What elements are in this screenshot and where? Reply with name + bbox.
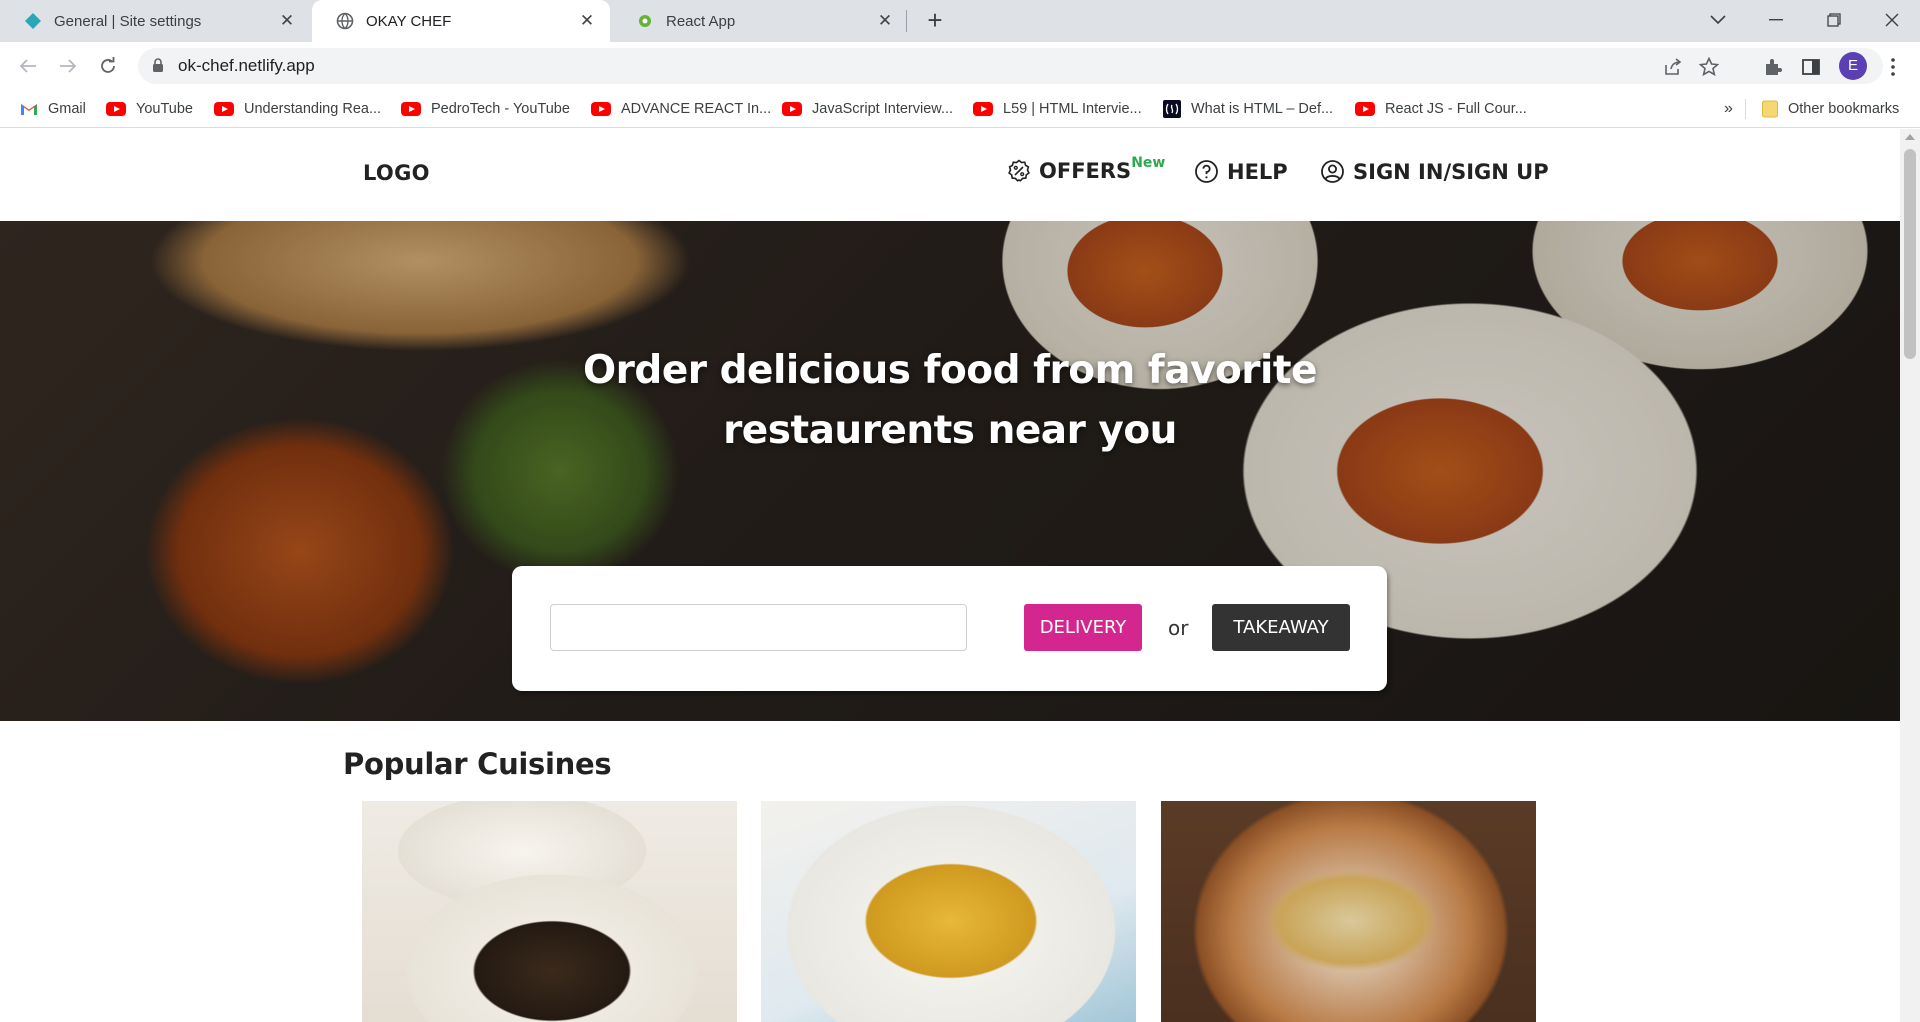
tab-react-app[interactable]: React App ✕ xyxy=(612,0,908,42)
nav-offers[interactable]: OFFERS New xyxy=(1007,155,1165,183)
side-panel-icon[interactable] xyxy=(1800,56,1822,78)
restore-icon xyxy=(1827,13,1841,27)
nav-signin[interactable]: SIGN IN/SIGN UP xyxy=(1320,159,1549,184)
chevron-down-icon xyxy=(1710,15,1726,25)
or-text: or xyxy=(1168,616,1189,640)
bookmark-label: What is HTML – Def... xyxy=(1191,101,1334,117)
bookmark-youtube[interactable]: YouTube xyxy=(106,90,193,128)
nav-help[interactable]: HELP xyxy=(1194,159,1288,184)
youtube-icon xyxy=(106,102,126,116)
nav-signin-label: SIGN IN/SIGN UP xyxy=(1353,159,1549,184)
bookmark-star-icon[interactable] xyxy=(1698,56,1720,78)
address-bar[interactable]: ok-chef.netlify.app xyxy=(138,48,1883,84)
hero-title: Order delicious food from favorite resta… xyxy=(583,348,1317,453)
youtube-icon xyxy=(401,102,421,116)
bookmark-javascript-interview[interactable]: JavaScript Interview... xyxy=(782,90,953,128)
scrollbar-thumb[interactable] xyxy=(1904,149,1916,359)
bookmark-label: PedroTech - YouTube xyxy=(431,101,570,117)
bookmark-pedrotech[interactable]: PedroTech - YouTube xyxy=(401,90,570,128)
youtube-icon xyxy=(973,102,993,116)
youtube-icon xyxy=(591,102,611,116)
hero-banner: Order delicious food from favorite resta… xyxy=(0,221,1900,721)
tab-title: General | Site settings xyxy=(54,12,202,30)
youtube-icon xyxy=(1355,102,1375,116)
nav-offers-label: OFFERS xyxy=(1039,159,1132,183)
bookmark-react-js-full-course[interactable]: React JS - Full Cour... xyxy=(1355,90,1527,128)
gmail-icon xyxy=(21,104,37,115)
popular-cuisines-title: Popular Cuisines xyxy=(343,747,612,781)
reload-button[interactable] xyxy=(92,50,124,82)
bookmark-divider xyxy=(1745,99,1746,119)
close-icon xyxy=(1885,13,1899,27)
bookmark-label: Other bookmarks xyxy=(1788,101,1900,117)
diamond-icon xyxy=(25,13,41,29)
site-header: LOGO OFFERS New HELP SIGN IN/SIGN UP xyxy=(0,129,1900,221)
discount-icon xyxy=(1008,159,1030,182)
bookmark-label: React JS - Full Cour... xyxy=(1385,101,1527,117)
folder-icon xyxy=(1762,100,1778,118)
browser-toolbar: ok-chef.netlify.app E xyxy=(0,42,1920,90)
extensions-icon[interactable] xyxy=(1762,56,1784,78)
bookmark-what-is-html[interactable]: What is HTML – Def... xyxy=(1163,90,1333,128)
bookmark-gmail[interactable]: Gmail xyxy=(20,90,86,128)
scroll-up-arrow-icon[interactable] xyxy=(1905,134,1915,140)
globe-icon xyxy=(336,12,354,30)
bookmark-understanding-react[interactable]: Understanding Rea... xyxy=(214,90,381,128)
cuisine-card-potato-wedges[interactable] xyxy=(761,801,1136,1022)
tab-okay-chef[interactable]: OKAY CHEF ✕ xyxy=(312,0,610,42)
reload-icon xyxy=(101,57,115,73)
close-window-button[interactable] xyxy=(1874,4,1910,36)
bookmark-advance-react[interactable]: ADVANCE REACT In... xyxy=(591,90,771,128)
close-icon[interactable]: ✕ xyxy=(876,12,894,30)
tab-title: OKAY CHEF xyxy=(366,12,452,30)
page-scrollbar[interactable] xyxy=(1900,129,1920,1022)
help-circle-icon xyxy=(1195,160,1218,183)
close-icon[interactable]: ✕ xyxy=(278,12,296,30)
lock-icon xyxy=(153,58,163,72)
share-icon[interactable] xyxy=(1662,56,1684,78)
bookmark-label: JavaScript Interview... xyxy=(812,101,954,117)
tab-site-settings[interactable]: General | Site settings ✕ xyxy=(0,0,310,42)
minimize-button[interactable] xyxy=(1758,4,1794,36)
bookmark-html-interview[interactable]: L59 | HTML Intervie... xyxy=(973,90,1142,128)
page-content: LOGO OFFERS New HELP SIGN IN/SIGN UP Ord… xyxy=(0,129,1900,1022)
bookmark-label: Understanding Rea... xyxy=(244,101,382,117)
takeaway-button[interactable]: TAKEAWAY xyxy=(1212,604,1350,651)
tab-search-button[interactable] xyxy=(1700,4,1736,36)
arrow-left-icon xyxy=(19,59,36,73)
search-card: DELIVERY or TAKEAWAY xyxy=(512,566,1387,691)
location-search-input[interactable] xyxy=(550,604,967,651)
new-tab-button[interactable]: + xyxy=(920,6,950,36)
new-badge: New xyxy=(1131,155,1166,171)
freecodecamp-icon xyxy=(1163,100,1181,118)
minimize-icon xyxy=(1769,19,1783,21)
forward-button[interactable] xyxy=(52,50,84,82)
bookmark-label: ADVANCE REACT In... xyxy=(621,101,772,117)
cuisine-card-noodles[interactable] xyxy=(362,801,737,1022)
bookmark-label: Gmail xyxy=(48,101,86,117)
user-circle-icon xyxy=(1321,160,1344,183)
youtube-icon xyxy=(214,102,234,116)
browser-tabstrip: General | Site settings ✕ OKAY CHEF ✕ Re… xyxy=(0,0,1920,42)
restore-button[interactable] xyxy=(1816,4,1852,36)
site-logo[interactable]: LOGO xyxy=(363,161,430,185)
bookmark-label: L59 | HTML Intervie... xyxy=(1003,101,1142,117)
close-icon[interactable]: ✕ xyxy=(578,12,596,30)
other-bookmarks[interactable]: Other bookmarks xyxy=(1762,90,1899,128)
tab-title: React App xyxy=(666,12,736,30)
delivery-button[interactable]: DELIVERY xyxy=(1024,604,1142,651)
bookmarks-overflow-button[interactable]: » xyxy=(1724,90,1733,128)
cuisine-card-kebab-rice[interactable] xyxy=(1161,801,1536,1022)
react-app-icon xyxy=(639,15,651,27)
menu-kebab-icon[interactable] xyxy=(1882,56,1904,78)
bookmarks-bar: Gmail YouTube Understanding Rea... Pedro… xyxy=(0,90,1920,128)
tab-separator xyxy=(906,10,907,32)
url-text: ok-chef.netlify.app xyxy=(178,56,315,75)
bookmark-label: YouTube xyxy=(136,101,193,117)
youtube-icon xyxy=(782,102,802,116)
nav-help-label: HELP xyxy=(1227,159,1288,184)
arrow-right-icon xyxy=(60,59,77,73)
profile-avatar[interactable]: E xyxy=(1839,52,1867,80)
back-button[interactable] xyxy=(12,50,44,82)
